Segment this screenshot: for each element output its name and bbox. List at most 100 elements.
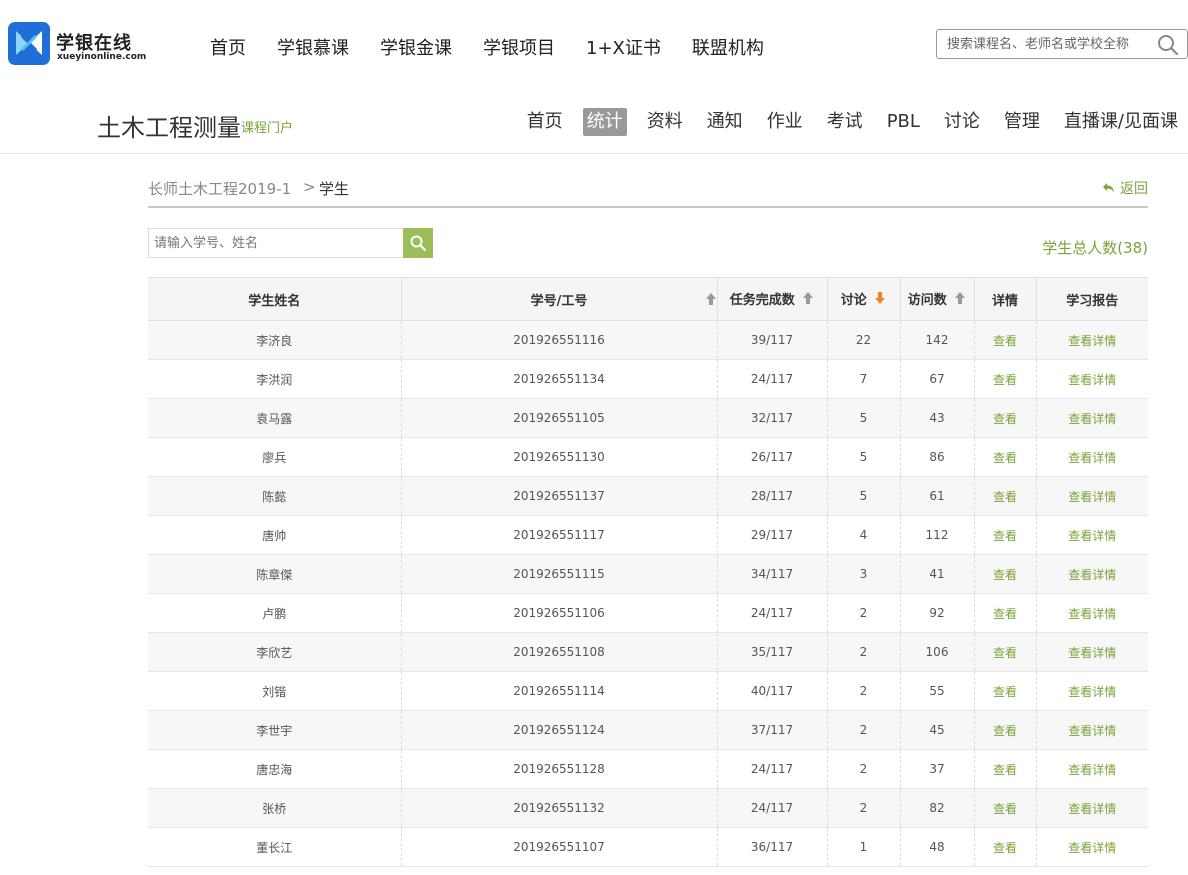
student-search-button[interactable] (403, 228, 433, 258)
col-header-tasks[interactable]: 任务完成数 (716, 277, 827, 321)
visit-count: 67 (899, 359, 974, 399)
report-link[interactable]: 查看详情 (1035, 398, 1148, 438)
task-count: 29/117 (716, 515, 827, 555)
report-link[interactable]: 查看详情 (1035, 632, 1148, 672)
student-name: 陈懿 (148, 476, 401, 516)
student-name: 董长江 (148, 827, 401, 867)
view-link[interactable]: 查看 (973, 710, 1036, 750)
course-tab[interactable]: 考试 (823, 108, 867, 136)
course-tab[interactable]: 讨论 (940, 108, 984, 136)
col-header-visits[interactable]: 访问数 (899, 277, 974, 321)
sort-up-icon[interactable] (705, 292, 717, 310)
task-count: 35/117 (716, 632, 827, 672)
report-link[interactable]: 查看详情 (1035, 515, 1148, 555)
view-link[interactable]: 查看 (973, 788, 1036, 828)
course-header: 土木工程测量 课程门户 首页 统计 资料 通知 作业 考试 PBL 讨论 管理 … (0, 90, 1188, 154)
table-row: 袁马露 201926551105 32/117 5 43 查看 查看详情 (148, 398, 1148, 438)
report-link[interactable]: 查看详情 (1035, 710, 1148, 750)
course-tab[interactable]: PBL (883, 108, 924, 136)
view-link[interactable]: 查看 (973, 359, 1036, 399)
report-link[interactable]: 查看详情 (1035, 827, 1148, 867)
search-icon[interactable] (1157, 34, 1179, 60)
visit-count: 37 (899, 749, 974, 789)
view-link[interactable]: 查看 (973, 554, 1036, 594)
report-link[interactable]: 查看详情 (1035, 593, 1148, 633)
discuss-count: 5 (826, 398, 900, 438)
view-link[interactable]: 查看 (973, 515, 1036, 555)
col-header-id[interactable]: 学号/工号 (400, 277, 717, 321)
breadcrumb: 长师土木工程2019-1 > 学生 返回 (148, 166, 1148, 208)
table-row: 廖兵 201926551130 26/117 5 86 查看 查看详情 (148, 437, 1148, 477)
task-count: 24/117 (716, 359, 827, 399)
student-id: 201926551105 (400, 398, 717, 438)
visit-count: 45 (899, 710, 974, 750)
main-nav-item[interactable]: 学银慕课 (277, 34, 349, 60)
report-link[interactable]: 查看详情 (1035, 671, 1148, 711)
student-name: 袁马露 (148, 398, 401, 438)
main-nav-item[interactable]: 1+X证书 (586, 34, 661, 60)
view-link[interactable]: 查看 (973, 593, 1036, 633)
sort-up-icon[interactable] (954, 291, 966, 309)
table-row: 李欣艺 201926551108 35/117 2 106 查看 查看详情 (148, 632, 1148, 672)
student-id: 201926551132 (400, 788, 717, 828)
view-link[interactable]: 查看 (973, 320, 1036, 360)
student-id: 201926551117 (400, 515, 717, 555)
course-title: 土木工程测量 (97, 114, 241, 142)
sort-up-icon[interactable] (802, 291, 814, 309)
visit-count: 82 (899, 788, 974, 828)
student-id: 201926551134 (400, 359, 717, 399)
course-tab[interactable]: 资料 (643, 108, 687, 136)
site-search (936, 29, 1188, 59)
back-button[interactable]: 返回 (1102, 178, 1148, 198)
report-link[interactable]: 查看详情 (1035, 359, 1148, 399)
student-name: 卢鹏 (148, 593, 401, 633)
main-nav-item[interactable]: 学银金课 (380, 34, 452, 60)
view-link[interactable]: 查看 (973, 437, 1036, 477)
course-tab[interactable]: 首页 (523, 108, 567, 136)
brand-logo-icon[interactable] (8, 22, 50, 65)
course-tab[interactable]: 作业 (763, 108, 807, 136)
view-link[interactable]: 查看 (973, 827, 1036, 867)
student-name: 李洪润 (148, 359, 401, 399)
view-link[interactable]: 查看 (973, 749, 1036, 789)
table-row: 董长江 201926551107 36/117 1 48 查看 查看详情 (148, 827, 1148, 867)
sort-down-active-icon[interactable] (874, 291, 886, 309)
discuss-count: 2 (826, 788, 900, 828)
student-id: 201926551115 (400, 554, 717, 594)
main-nav-item[interactable]: 学银项目 (483, 34, 555, 60)
student-name: 唐帅 (148, 515, 401, 555)
student-search-input[interactable] (149, 229, 404, 257)
report-link[interactable]: 查看详情 (1035, 554, 1148, 594)
report-link[interactable]: 查看详情 (1035, 476, 1148, 516)
visit-count: 55 (899, 671, 974, 711)
course-portal-link[interactable]: 课程门户 (241, 117, 293, 136)
course-tab[interactable]: 管理 (1000, 108, 1044, 136)
report-link[interactable]: 查看详情 (1035, 320, 1148, 360)
task-count: 24/117 (716, 749, 827, 789)
student-name: 陈章傑 (148, 554, 401, 594)
view-link[interactable]: 查看 (973, 632, 1036, 672)
view-link[interactable]: 查看 (973, 398, 1036, 438)
table-row: 唐帅 201926551117 29/117 4 112 查看 查看详情 (148, 515, 1148, 555)
main-nav-item[interactable]: 联盟机构 (692, 34, 764, 60)
student-name: 刘锴 (148, 671, 401, 711)
brand-domain: xueyinonline.com (57, 52, 147, 62)
view-link[interactable]: 查看 (973, 671, 1036, 711)
main-nav-item[interactable]: 首页 (210, 34, 246, 60)
course-tab[interactable]: 通知 (703, 108, 747, 136)
table-header-row: 学生姓名 学号/工号 任务完成数 讨论 访问数 详情 学习报告 (148, 277, 1148, 321)
site-search-input[interactable] (937, 30, 1152, 58)
breadcrumb-class-link[interactable]: 长师土木工程2019-1 (148, 178, 291, 199)
table-row: 李洪润 201926551134 24/117 7 67 查看 查看详情 (148, 359, 1148, 399)
student-id: 201926551124 (400, 710, 717, 750)
course-tab[interactable]: 直播课/见面课 (1060, 108, 1182, 136)
task-count: 40/117 (716, 671, 827, 711)
report-link[interactable]: 查看详情 (1035, 437, 1148, 477)
col-header-discuss[interactable]: 讨论 (826, 277, 900, 321)
course-tab-active[interactable]: 统计 (582, 108, 627, 136)
report-link[interactable]: 查看详情 (1035, 749, 1148, 789)
view-link[interactable]: 查看 (973, 476, 1036, 516)
report-link[interactable]: 查看详情 (1035, 788, 1148, 828)
student-name: 张桥 (148, 788, 401, 828)
discuss-count: 3 (826, 554, 900, 594)
